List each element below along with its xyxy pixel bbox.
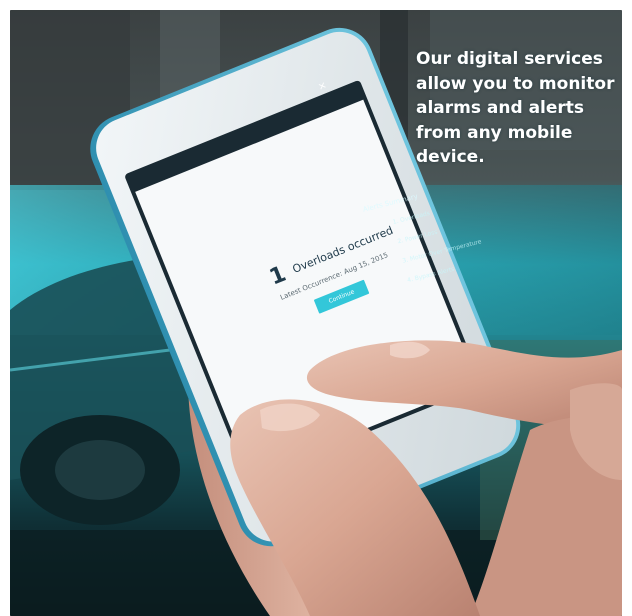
hologram-item: 1. Overloads bbox=[392, 209, 431, 226]
hologram-item: 3. Motor Over Temperature bbox=[401, 238, 483, 265]
hologram-item: 4. Bypass Alerts bbox=[406, 265, 456, 285]
alert-count: 1 bbox=[266, 261, 290, 291]
hologram-item: 2. Power Loss bbox=[396, 228, 439, 246]
headline-text: Our digital services allow you to monito… bbox=[416, 49, 615, 167]
photo-frame: × 1 Overloads occurred Latest Occurrence… bbox=[10, 10, 622, 616]
